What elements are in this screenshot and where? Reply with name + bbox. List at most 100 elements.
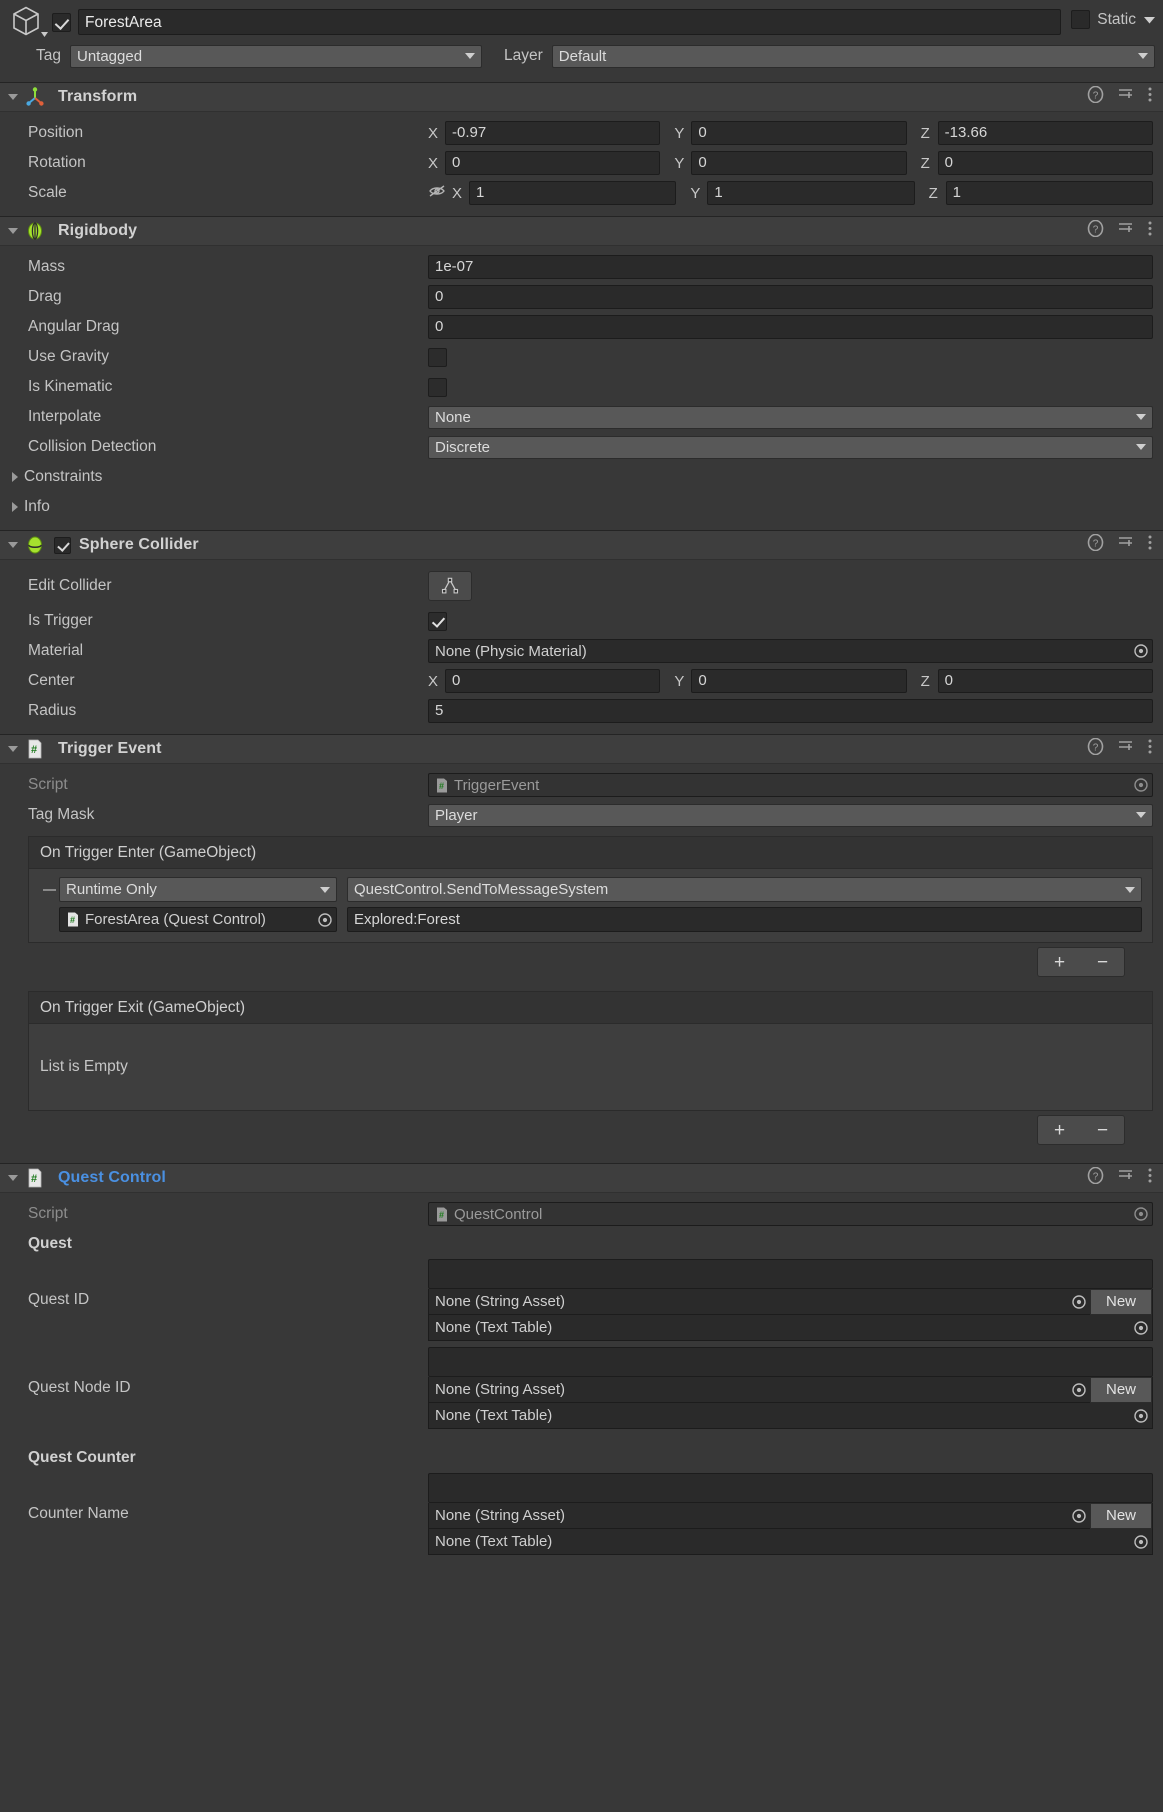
event-function-dropdown[interactable]: QuestControl.SendToMessageSystem <box>347 877 1142 902</box>
component-header-transform[interactable]: Transform ? <box>0 82 1163 112</box>
preset-icon[interactable] <box>1117 1167 1134 1189</box>
physic-material-object-field[interactable]: None (Physic Material) <box>428 639 1153 663</box>
more-options-icon[interactable] <box>1147 1167 1153 1189</box>
add-event-button[interactable]: + <box>1050 953 1069 972</box>
quest-node-id-input[interactable] <box>428 1347 1153 1377</box>
collapse-triangle-icon[interactable] <box>8 228 18 234</box>
layer-dropdown[interactable]: Default <box>551 44 1155 68</box>
more-options-icon[interactable] <box>1147 534 1153 556</box>
event-target-object-field[interactable]: # ForestArea (Quest Control) <box>59 907 337 932</box>
svg-text:?: ? <box>1093 539 1099 550</box>
object-picker-icon[interactable] <box>1130 640 1152 662</box>
object-picker-icon[interactable] <box>1130 1531 1152 1553</box>
more-options-icon[interactable] <box>1147 220 1153 242</box>
scale-y-input[interactable]: 1 <box>707 181 915 205</box>
quest-id-string-asset-field[interactable]: None (String Asset) New <box>428 1288 1153 1315</box>
collapse-triangle-icon[interactable] <box>8 542 18 548</box>
collision-detection-dropdown[interactable]: Discrete <box>428 435 1153 459</box>
position-z-input[interactable]: -13.66 <box>937 121 1153 145</box>
help-icon[interactable]: ? <box>1087 85 1104 108</box>
radius-input[interactable]: 5 <box>428 699 1153 723</box>
center-z-input[interactable]: 0 <box>937 669 1153 693</box>
interpolate-dropdown[interactable]: None <box>428 405 1153 429</box>
cs-script-icon: # <box>435 777 449 794</box>
help-icon[interactable]: ? <box>1087 533 1104 556</box>
collapse-triangle-icon[interactable] <box>8 746 18 752</box>
sphere-collider-enabled-checkbox[interactable] <box>54 536 71 554</box>
position-y-input[interactable]: 0 <box>691 121 907 145</box>
quest-id-text-table-value: None (Text Table) <box>435 1319 553 1336</box>
event-argument-input[interactable]: Explored:Forest <box>347 907 1142 932</box>
static-dropdown-arrow[interactable] <box>1144 11 1155 29</box>
quest-id-text-table-field[interactable]: None (Text Table) <box>428 1315 1153 1341</box>
collapse-triangle-icon[interactable] <box>8 94 18 100</box>
svg-text:?: ? <box>1093 743 1099 754</box>
rigidbody-constraints-foldout[interactable]: Constraints <box>0 462 1153 492</box>
more-options-icon[interactable] <box>1147 86 1153 108</box>
static-checkbox[interactable] <box>1071 10 1091 29</box>
tag-label: Tag <box>36 47 61 64</box>
help-icon[interactable]: ? <box>1087 1166 1104 1189</box>
help-icon[interactable]: ? <box>1087 737 1104 760</box>
tag-mask-dropdown[interactable]: Player <box>428 803 1153 827</box>
preset-icon[interactable] <box>1117 220 1134 242</box>
preset-icon[interactable] <box>1117 738 1134 760</box>
object-picker-icon[interactable] <box>1068 1291 1090 1313</box>
object-picker-icon[interactable] <box>314 909 336 931</box>
remove-event-button[interactable]: − <box>1093 953 1112 972</box>
row-label: Script <box>28 776 68 793</box>
angular-drag-input[interactable]: 0 <box>428 315 1153 339</box>
is-trigger-checkbox[interactable] <box>428 611 447 631</box>
rigidbody-body: Mass 1e-07 Drag 0 Angular Drag 0 Use Gra… <box>0 246 1163 530</box>
expand-triangle-icon[interactable] <box>12 502 18 512</box>
remove-event-button[interactable]: − <box>1093 1121 1112 1140</box>
scale-x-input[interactable]: 1 <box>469 181 677 205</box>
counter-name-text-table-field[interactable]: None (Text Table) <box>428 1529 1153 1555</box>
quest-node-id-string-asset-field[interactable]: None (String Asset) New <box>428 1376 1153 1403</box>
add-event-button[interactable]: + <box>1050 1121 1069 1140</box>
center-x-input[interactable]: 0 <box>445 669 661 693</box>
mass-input[interactable]: 1e-07 <box>428 255 1153 279</box>
rigidbody-info-foldout[interactable]: Info <box>0 492 1153 522</box>
object-picker-icon[interactable] <box>1068 1505 1090 1527</box>
quest-node-id-text-table-field[interactable]: None (Text Table) <box>428 1403 1153 1429</box>
row-label: Quest Node ID <box>28 1379 131 1396</box>
is-kinematic-checkbox[interactable] <box>428 377 447 397</box>
rotation-y-input[interactable]: 0 <box>691 151 907 175</box>
component-header-trigger-event[interactable]: # Trigger Event ? <box>0 734 1163 764</box>
position-x-input[interactable]: -0.97 <box>445 121 661 145</box>
expand-triangle-icon[interactable] <box>12 472 18 482</box>
help-icon[interactable]: ? <box>1087 219 1104 242</box>
quest-id-input[interactable] <box>428 1259 1153 1289</box>
counter-name-string-asset-field[interactable]: None (String Asset) New <box>428 1502 1153 1529</box>
scale-z-input[interactable]: 1 <box>945 181 1153 205</box>
gameobject-enabled-checkbox[interactable] <box>52 13 71 32</box>
component-header-quest-control[interactable]: # Quest Control ? <box>0 1163 1163 1193</box>
quest-id-new-button[interactable]: New <box>1090 1288 1152 1315</box>
drag-handle-icon[interactable] <box>39 888 59 891</box>
tag-dropdown[interactable]: Untagged <box>70 44 482 68</box>
preset-icon[interactable] <box>1117 86 1134 108</box>
rotation-z-input[interactable]: 0 <box>937 151 1153 175</box>
event-mode-dropdown[interactable]: Runtime Only <box>59 877 337 902</box>
object-picker-icon[interactable] <box>1130 1405 1152 1427</box>
component-header-sphere-collider[interactable]: Sphere Collider ? <box>0 530 1163 560</box>
edit-collider-button[interactable] <box>428 571 472 601</box>
rotation-x-input[interactable]: 0 <box>445 151 661 175</box>
more-options-icon[interactable] <box>1147 738 1153 760</box>
use-gravity-checkbox[interactable] <box>428 347 447 367</box>
drag-input[interactable]: 0 <box>428 285 1153 309</box>
constrain-proportions-off-icon[interactable] <box>428 183 446 204</box>
object-picker-icon[interactable] <box>1068 1379 1090 1401</box>
gameobject-name-input[interactable]: ForestArea <box>78 9 1062 35</box>
counter-name-new-button[interactable]: New <box>1090 1502 1152 1529</box>
preset-icon[interactable] <box>1117 534 1134 556</box>
collapse-triangle-icon[interactable] <box>8 1175 18 1181</box>
tag-mask-row: Tag Mask Player <box>0 800 1153 830</box>
quest-node-id-new-button[interactable]: New <box>1090 1376 1152 1403</box>
gameobject-icon[interactable] <box>8 4 50 40</box>
center-y-input[interactable]: 0 <box>691 669 907 693</box>
object-picker-icon[interactable] <box>1130 1317 1152 1339</box>
component-header-rigidbody[interactable]: Rigidbody ? <box>0 216 1163 246</box>
counter-name-input[interactable] <box>428 1473 1153 1503</box>
